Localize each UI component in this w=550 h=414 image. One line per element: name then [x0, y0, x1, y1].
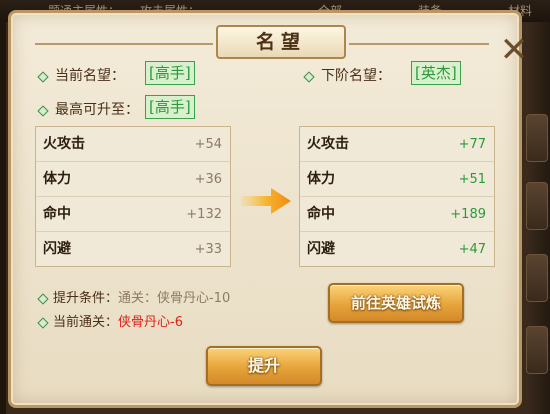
current-reputation-label: 当前名望： — [55, 68, 125, 84]
max-reputation-value: [高手] — [145, 95, 195, 119]
current-clear-value: 侠骨丹心-6 — [118, 315, 183, 330]
arrow-right-icon — [241, 188, 291, 214]
stat-row: 闪避 +33 — [36, 232, 230, 267]
current-clear-row: 当前通关：侠骨丹心-6 — [53, 311, 183, 330]
title-divider-left — [35, 43, 213, 45]
current-clear-label: 当前通关： — [53, 315, 119, 330]
stat-value: +51 — [458, 172, 486, 187]
hero-trial-button[interactable]: 前往英雄试炼 — [328, 283, 464, 323]
requirement-value: 通关：侠骨丹心-10 — [118, 291, 231, 306]
diamond-bullet-icon — [37, 71, 49, 83]
requirement-row: 提升条件：通关：侠骨丹心-10 — [53, 287, 230, 306]
requirement-label: 提升条件： — [53, 291, 119, 306]
stat-name: 命中 — [43, 206, 71, 222]
diamond-bullet-icon — [37, 317, 49, 329]
stat-row: 命中 +189 — [300, 197, 494, 232]
diamond-bullet-icon — [303, 71, 315, 83]
stat-value: +77 — [458, 137, 486, 152]
current-stats-panel: 火攻击 +54 体力 +36 命中 +132 闪避 +33 — [35, 126, 231, 267]
stat-name: 火攻击 — [307, 136, 349, 152]
stat-value: +33 — [194, 242, 222, 257]
stat-row: 体力 +51 — [300, 162, 494, 197]
diamond-bullet-icon — [37, 105, 49, 117]
bg-item-slot — [526, 326, 548, 374]
stat-name: 体力 — [43, 171, 71, 187]
stat-name: 闪避 — [43, 241, 71, 257]
upgrade-button[interactable]: 提升 — [206, 346, 322, 386]
reputation-dialog: 名望 ✕ 当前名望： [高手] 下阶名望： [英杰] 最高可升至： [高手] 火… — [8, 10, 528, 408]
next-stats-panel: 火攻击 +77 体力 +51 命中 +189 闪避 +47 — [299, 126, 495, 267]
bg-item-slot — [526, 254, 548, 302]
stat-name: 闪避 — [307, 241, 335, 257]
next-reputation-value: [英杰] — [411, 61, 461, 85]
stat-name: 体力 — [307, 171, 335, 187]
stat-value: +36 — [194, 172, 222, 187]
stat-row: 闪避 +47 — [300, 232, 494, 267]
next-reputation-label: 下阶名望： — [321, 68, 391, 84]
stat-row: 体力 +36 — [36, 162, 230, 197]
bg-item-slot — [526, 114, 548, 162]
stat-value: +189 — [450, 207, 486, 222]
stat-name: 命中 — [307, 206, 335, 222]
close-button[interactable]: ✕ — [499, 33, 529, 67]
stat-row: 命中 +132 — [36, 197, 230, 232]
stat-value: +54 — [194, 137, 222, 152]
stat-row: 火攻击 +54 — [36, 127, 230, 162]
max-reputation-label: 最高可升至： — [55, 102, 139, 118]
stat-name: 火攻击 — [43, 136, 85, 152]
current-reputation-value: [高手] — [145, 61, 195, 85]
diamond-bullet-icon — [37, 293, 49, 305]
title-divider-right — [349, 43, 489, 45]
dialog-title: 名望 — [216, 25, 346, 59]
stat-value: +132 — [186, 207, 222, 222]
stat-row: 火攻击 +77 — [300, 127, 494, 162]
background-left-edge — [0, 22, 6, 414]
close-icon: ✕ — [499, 30, 529, 70]
bg-item-slot — [526, 182, 548, 230]
background-item-column — [526, 22, 550, 414]
stat-value: +47 — [458, 242, 486, 257]
